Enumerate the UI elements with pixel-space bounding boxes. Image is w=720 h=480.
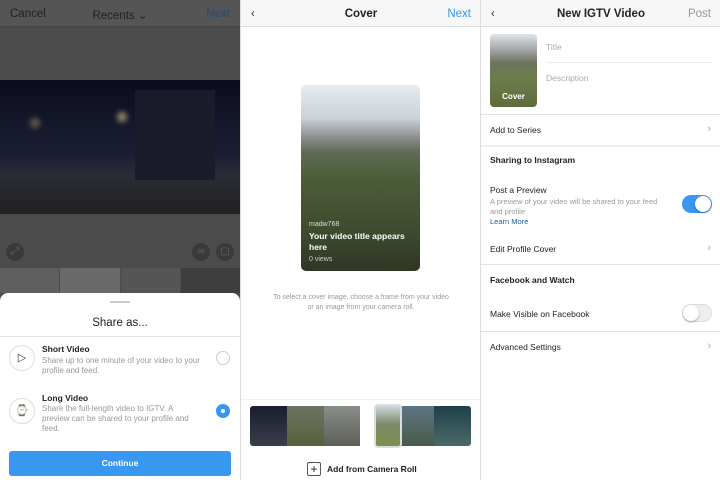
cover-hint: To select a cover image, choose a frame … [273,294,449,311]
cover-thumbnail[interactable]: Cover [490,34,537,107]
video-picker-screen: Cancel Recents ⌄ Next ⤢ ∞ ▢ Share as... … [0,0,240,480]
recents-label: Recents [92,10,135,22]
video-preview [0,80,240,214]
next-button[interactable]: Next [447,8,471,20]
post-preview-desc: A preview of your video will be shared t… [490,197,658,216]
add-from-camera-roll-button[interactable]: + Add from Camera Roll [307,462,417,476]
chevron-right-icon: › [707,340,711,352]
cover-preview-card: madw768 Your video title appears here 0 … [301,85,420,271]
username: madw768 [309,221,340,228]
learn-more-link[interactable]: Learn More [490,217,528,226]
selected-frame-handle[interactable] [374,404,402,448]
plus-icon: + [307,462,321,476]
next-button[interactable]: Next [206,8,230,20]
header: Cancel Recents ⌄ Next [0,0,240,27]
expand-icon[interactable]: ⤢ [6,243,24,261]
edit-profile-cover-label: Edit Profile Cover [490,244,557,254]
option-short-video[interactable]: ▷ Short Video Share up to one minute of … [0,338,240,386]
gallery-thumbnails [0,268,240,293]
radio-long-video[interactable] [216,404,230,418]
section-header: Facebook and Watch [490,275,575,285]
title-input[interactable]: Title [546,42,562,52]
play-icon: ▷ [9,345,35,371]
radio-short-video[interactable] [216,351,230,365]
post-button[interactable]: Post [688,8,711,20]
new-igtv-screen: ‹ New IGTV Video Post Cover Title Descri… [480,0,720,480]
cover-label: Cover [502,92,525,101]
sheet-handle[interactable] [110,301,130,303]
page-title: New IGTV Video [557,8,645,20]
header: ‹ Cover Next [241,0,480,27]
share-as-sheet: Share as... ▷ Short Video Share up to on… [0,293,240,480]
igtv-icon: ⌚ [9,398,35,424]
option-long-video[interactable]: ⌚ Long Video Share the full-length video… [0,388,240,438]
sheet-title: Share as... [92,317,148,329]
chevron-right-icon: › [707,242,711,254]
add-to-series-row[interactable]: Add to Series › [481,115,720,145]
boomerang-icon[interactable]: ∞ [192,243,210,261]
frame-scrubber[interactable] [250,406,471,446]
advanced-settings-row[interactable]: Advanced Settings › [481,332,720,360]
add-to-series-label: Add to Series [490,125,542,135]
header: ‹ New IGTV Video Post [481,0,720,27]
chevron-down-icon: ⌄ [137,10,148,22]
post-preview-toggle[interactable] [682,195,712,213]
views-count: 0 views [309,256,333,263]
option-desc: Share up to one minute of your video to … [42,356,200,375]
make-visible-toggle[interactable] [682,304,712,322]
advanced-settings-label: Advanced Settings [490,342,561,352]
section-header: Sharing to Instagram [490,155,576,165]
edit-profile-cover-row[interactable]: Edit Profile Cover › [481,235,720,263]
description-input[interactable]: Description [546,73,589,83]
chevron-right-icon: › [707,123,711,135]
page-title: Cover [344,8,378,20]
cover-screen: ‹ Cover Next madw768 Your video title ap… [240,0,480,480]
option-desc: Share the full-length video to IGTV. A p… [42,404,189,433]
video-title-placeholder: Your video title appears here [309,231,405,252]
make-visible-label: Make Visible on Facebook [490,309,590,319]
continue-button[interactable]: Continue [9,451,231,476]
option-title: Short Video [42,344,90,354]
add-camera-roll-label: Add from Camera Roll [327,464,417,474]
post-preview-label: Post a Preview [490,185,547,195]
multi-select-icon[interactable]: ▢ [216,243,234,261]
option-title: Long Video [42,393,89,403]
recents-dropdown[interactable]: Recents ⌄ [0,8,240,22]
